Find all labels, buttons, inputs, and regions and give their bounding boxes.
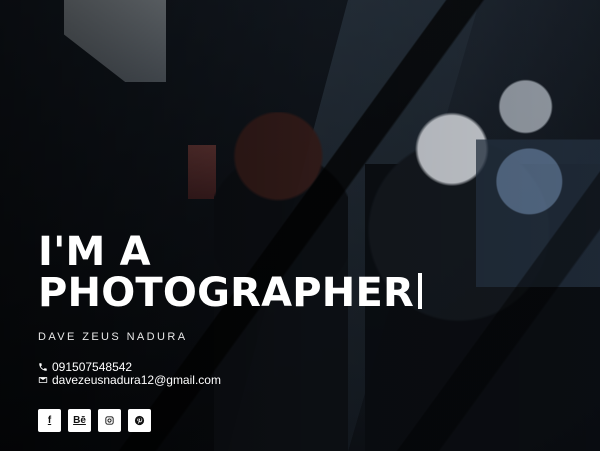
facebook-icon: f — [47, 414, 52, 426]
hero-heading-line-2: PHOTOGRAPHER — [38, 273, 422, 314]
behance-button[interactable]: Bē — [68, 409, 91, 433]
email-row: davezeusnadura12@gmail.com — [38, 374, 398, 386]
pinterest-icon — [134, 416, 145, 426]
pinterest-button[interactable] — [128, 409, 151, 433]
mail-icon — [38, 377, 48, 384]
social-links: f Bē — [38, 409, 398, 433]
instagram-icon — [105, 416, 114, 425]
photographer-name: DAVE ZEUS NADURA — [38, 331, 188, 344]
hero-heading-line-1: I'M A — [38, 229, 151, 275]
phone-row: 091507548542 — [38, 361, 398, 373]
hero-heading-line-2-text: PHOTOGRAPHER — [38, 270, 414, 317]
instagram-button[interactable] — [98, 409, 121, 433]
phone-text: 091507548542 — [52, 360, 133, 375]
contact-details: 091507548542 davezeusnadura12@gmail.com — [38, 361, 398, 386]
facebook-button[interactable]: f — [38, 409, 61, 433]
email-text: davezeusnadura12@gmail.com — [52, 373, 221, 388]
hero-heading: I'M A PHOTOGRAPHER — [38, 229, 422, 314]
hero-section: I'M A PHOTOGRAPHER DAVE ZEUS NADURA 0915… — [0, 0, 600, 451]
phone-icon — [39, 363, 47, 372]
typing-cursor — [418, 273, 422, 310]
behance-icon: Bē — [73, 414, 86, 426]
hero-content: I'M A PHOTOGRAPHER DAVE ZEUS NADURA 0915… — [38, 229, 422, 433]
